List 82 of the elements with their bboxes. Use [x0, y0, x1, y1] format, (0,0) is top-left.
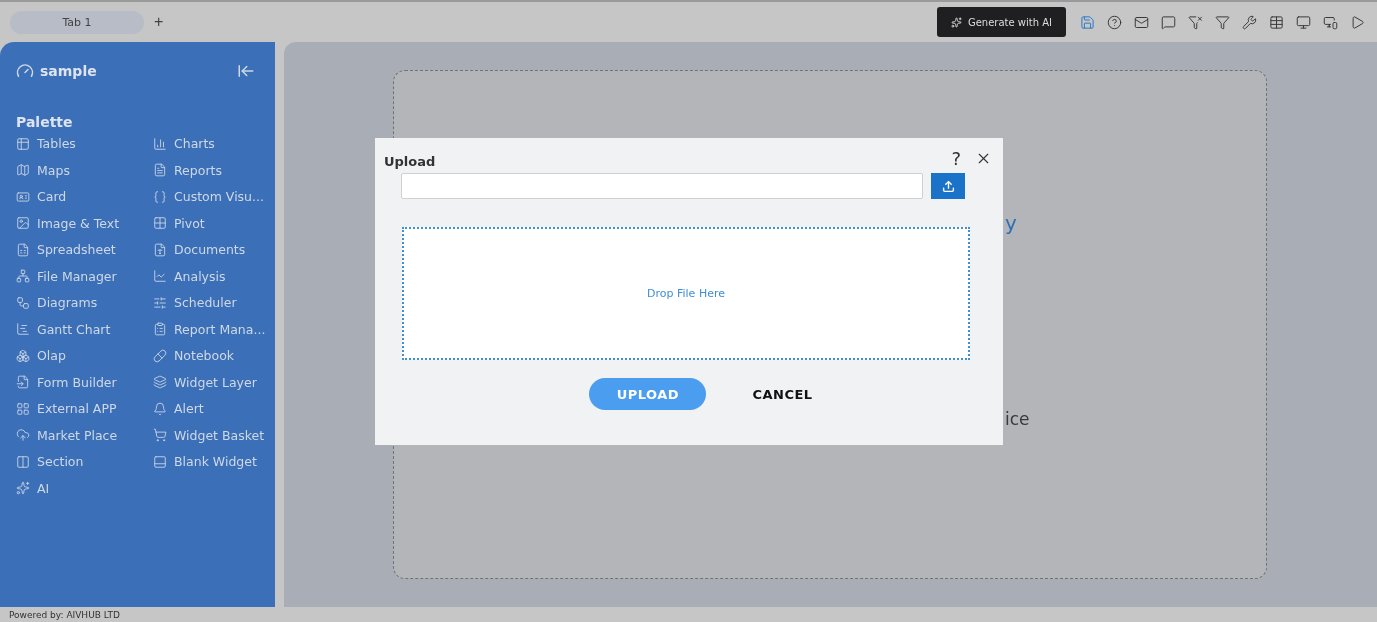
background-text: y [1005, 211, 1017, 235]
palette-item[interactable]: Diagrams [16, 295, 153, 310]
cancel-button[interactable]: CANCEL [746, 378, 819, 410]
message-icon[interactable] [1161, 14, 1176, 30]
palette-item[interactable]: Widget Basket [153, 427, 266, 443]
palette-item[interactable]: Market Place [16, 427, 153, 443]
clear-filter-icon[interactable] [1188, 14, 1203, 30]
browse-button[interactable] [931, 173, 965, 199]
table-icon [16, 136, 30, 151]
chart-icon [153, 136, 167, 151]
devices-icon[interactable] [1323, 14, 1338, 30]
palette-item[interactable]: Form Builder [16, 374, 153, 390]
map-icon [16, 163, 30, 177]
widget-icon [153, 454, 167, 469]
dialog-title: Upload [384, 153, 437, 169]
section-icon [16, 454, 30, 469]
tools-icon[interactable] [1242, 14, 1257, 30]
table-icon[interactable] [1269, 14, 1284, 30]
palette-item[interactable]: Widget Layer [153, 374, 266, 390]
gantt-icon [16, 322, 30, 336]
section-title: Palette [16, 114, 74, 130]
palette-item[interactable]: AI [16, 480, 153, 496]
palette-item[interactable]: Alert [153, 401, 266, 416]
tab[interactable]: Tab 1 [10, 10, 144, 34]
layers-icon [153, 375, 167, 389]
palette-item[interactable]: Scheduler [153, 295, 266, 310]
monitor-icon[interactable] [1296, 14, 1311, 30]
apps-icon [16, 401, 30, 416]
sparkle-icon [950, 16, 962, 28]
palette-item[interactable]: Documents [153, 242, 266, 257]
cubes-icon [16, 348, 30, 363]
filter-icon[interactable] [1215, 14, 1230, 30]
file-drop-zone[interactable]: Drop File Here [402, 227, 970, 360]
cart-icon [153, 428, 167, 442]
palette-item[interactable]: Blank Widget [153, 454, 266, 469]
clipboard-icon [153, 322, 167, 336]
palette-item[interactable]: Report Mana... [153, 321, 266, 337]
tree-icon [16, 269, 30, 283]
sliders-icon [153, 295, 167, 310]
palette-item[interactable]: Maps [16, 162, 153, 178]
document-icon [153, 163, 167, 177]
help-icon[interactable] [1107, 14, 1122, 30]
palette-item[interactable]: Section [16, 454, 153, 469]
help-button[interactable]: ? [951, 148, 961, 169]
file-path-field[interactable] [401, 173, 923, 199]
palette-item[interactable]: Gantt Chart [16, 321, 153, 337]
sidebar-title: sample [40, 63, 98, 79]
document-icon [153, 242, 167, 257]
diagram-icon [16, 295, 30, 310]
braces-icon [153, 189, 167, 204]
background-text: ice [1005, 409, 1030, 429]
add-tab-button[interactable]: + [152, 13, 166, 31]
cloud-upload-icon [16, 428, 30, 442]
mail-icon[interactable] [1134, 14, 1149, 30]
footer-text: Powered by: AIVHUB LTD [8, 608, 121, 622]
palette-item[interactable]: Spreadsheet [16, 242, 153, 257]
palette-item[interactable]: Tables [16, 136, 153, 151]
grid-icon [153, 216, 167, 230]
palette-item[interactable]: Charts [153, 136, 266, 151]
palette-item[interactable]: File Manager [16, 268, 153, 284]
palette-item[interactable]: External APP [16, 401, 153, 416]
spreadsheet-icon [16, 242, 30, 257]
collapse-icon[interactable] [237, 62, 255, 80]
palette-item[interactable]: Card [16, 189, 153, 204]
sparkle-icon [16, 481, 30, 495]
palette-item[interactable]: Reports [153, 162, 266, 178]
generate-button[interactable]: Generate with AI [936, 7, 1066, 37]
line-chart-icon [153, 269, 167, 283]
palette-item[interactable]: Pivot [153, 215, 266, 231]
logo-icon [16, 62, 34, 80]
form-icon [16, 375, 30, 389]
upload-icon [941, 179, 955, 193]
palette-item[interactable]: Image & Text [16, 215, 153, 231]
palette-item[interactable]: Custom Visu... [153, 189, 266, 204]
play-icon[interactable] [1350, 14, 1365, 30]
bell-icon [153, 401, 167, 416]
upload-button[interactable]: UPLOAD [589, 378, 707, 410]
palette-item[interactable]: Notebook [153, 348, 266, 363]
palette-item[interactable]: Analysis [153, 268, 266, 284]
card-icon [16, 189, 30, 204]
image-icon [16, 216, 30, 230]
palette-item[interactable]: Olap [16, 348, 153, 363]
